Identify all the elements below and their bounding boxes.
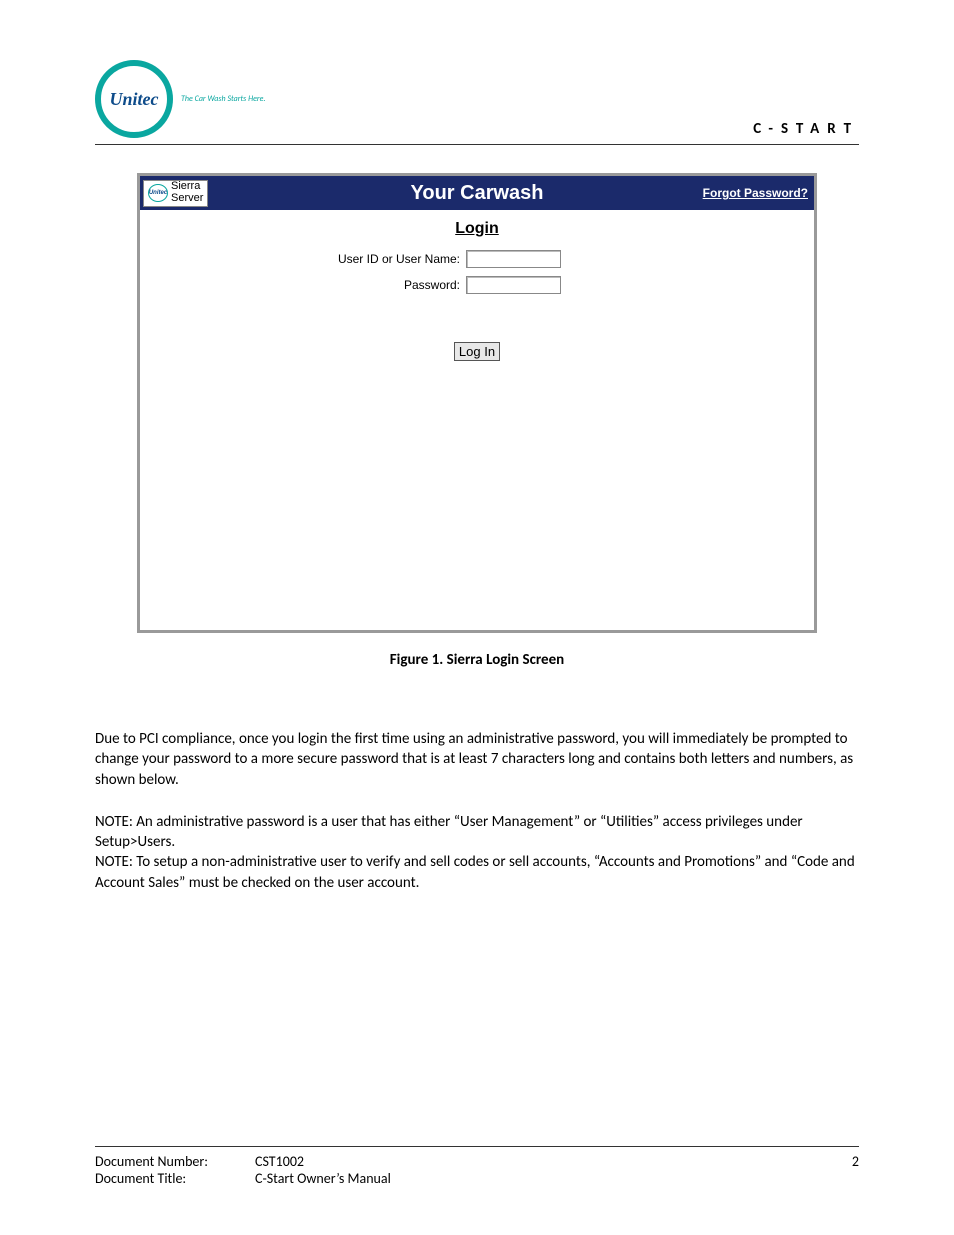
- sierra-server-badge: Unitec Sierra Server: [143, 180, 208, 207]
- doc-number-value: CST1002: [255, 1153, 304, 1170]
- login-heading: Login: [140, 220, 814, 238]
- page-number: 2: [852, 1153, 859, 1170]
- password-label: Password:: [140, 278, 460, 292]
- user-id-input[interactable]: [466, 250, 561, 268]
- unitec-logo-icon: Unitec: [95, 60, 173, 138]
- unitec-mini-logo-icon: Unitec: [148, 184, 168, 202]
- app-header-bar: Unitec Sierra Server Your Carwash Forgot…: [140, 176, 814, 210]
- paragraph-pci: Due to PCI compliance, once you login th…: [95, 729, 859, 790]
- forgot-password-link[interactable]: Forgot Password?: [703, 186, 808, 200]
- login-button[interactable]: Log In: [454, 342, 500, 361]
- doc-title-value: C-Start Owner’s Manual: [255, 1170, 391, 1187]
- password-input[interactable]: [466, 276, 561, 294]
- user-id-label: User ID or User Name:: [140, 252, 460, 266]
- page-header: Unitec The Car Wash Starts Here. C-START: [95, 60, 859, 145]
- figure-caption: Figure 1. Sierra Login Screen: [137, 651, 817, 669]
- doc-title-label: Document Title:: [95, 1170, 255, 1187]
- doc-number-label: Document Number:: [95, 1153, 255, 1170]
- paragraph-note-admin: NOTE: An administrative password is a us…: [95, 812, 859, 853]
- page-footer: Document Number: CST1002 Document Title:…: [95, 1146, 859, 1187]
- badge-line2: Server: [171, 193, 203, 205]
- section-title: C-START: [753, 120, 859, 138]
- login-screenshot-frame: Unitec Sierra Server Your Carwash Forgot…: [137, 173, 817, 633]
- logo-area: Unitec The Car Wash Starts Here.: [95, 60, 265, 138]
- paragraph-note-nonadmin: NOTE: To setup a non-administrative user…: [95, 852, 859, 893]
- logo-tagline: The Car Wash Starts Here.: [181, 94, 265, 104]
